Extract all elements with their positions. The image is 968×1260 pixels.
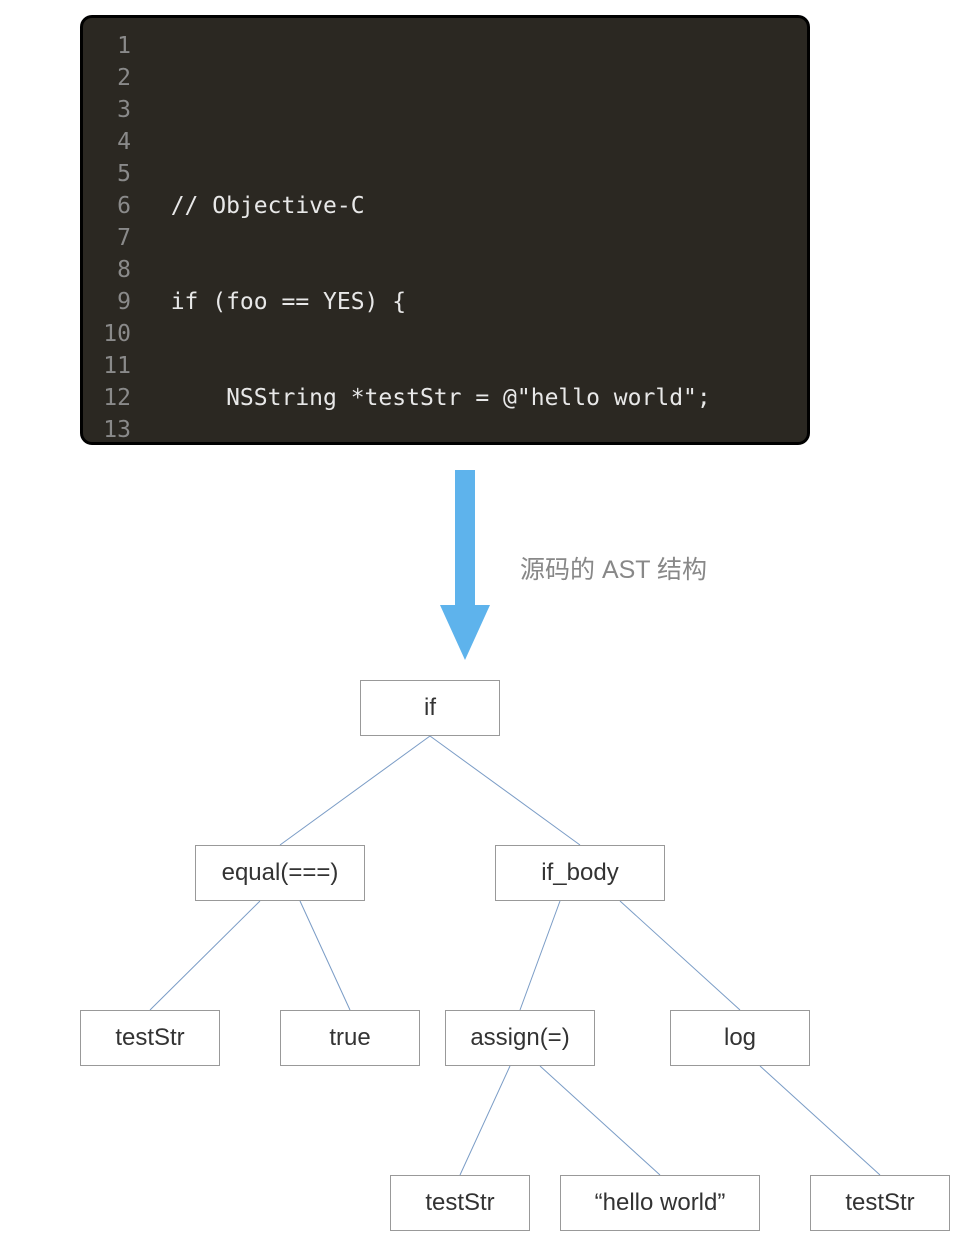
ast-node-hello-world: “hello world”: [560, 1175, 760, 1231]
line-number: 9: [83, 286, 131, 318]
line-number: 5: [83, 158, 131, 190]
tree-connectors: [0, 680, 968, 1260]
ast-node-true: true: [280, 1010, 420, 1066]
line-number: 2: [83, 62, 131, 94]
arrow-label: 源码的 AST 结构: [520, 550, 707, 586]
down-arrow-icon: [440, 470, 490, 660]
ast-node-teststr: testStr: [810, 1175, 950, 1231]
line-number-gutter: 1 2 3 4 5 6 7 8 9 10 11 12 13: [83, 18, 143, 442]
line-number: 4: [83, 126, 131, 158]
ast-node-if-body: if_body: [495, 845, 665, 901]
line-number: 13: [83, 414, 131, 445]
ast-node-teststr: testStr: [390, 1175, 530, 1231]
line-number: 12: [83, 382, 131, 414]
line-number: 7: [83, 222, 131, 254]
ast-node-teststr: testStr: [80, 1010, 220, 1066]
line-number: 11: [83, 350, 131, 382]
line-number: 10: [83, 318, 131, 350]
line-number: 3: [83, 94, 131, 126]
code-line: NSString *testStr = @"hello world";: [143, 382, 807, 414]
ast-node-assign: assign(=): [445, 1010, 595, 1066]
code-content: // Objective-C if (foo == YES) { NSStrin…: [143, 18, 807, 442]
line-number: 6: [83, 190, 131, 222]
ast-node-if: if: [360, 680, 500, 736]
code-editor: 1 2 3 4 5 6 7 8 9 10 11 12 13 // Objecti…: [80, 15, 810, 445]
code-line: if (foo == YES) {: [143, 286, 807, 318]
ast-node-equal: equal(===): [195, 845, 365, 901]
ast-tree: if equal(===) if_body testStr true assig…: [0, 680, 968, 1260]
line-number: 8: [83, 254, 131, 286]
line-number: 1: [83, 30, 131, 62]
ast-node-log: log: [670, 1010, 810, 1066]
code-line: [143, 94, 807, 126]
code-line: // Objective-C: [143, 190, 807, 222]
